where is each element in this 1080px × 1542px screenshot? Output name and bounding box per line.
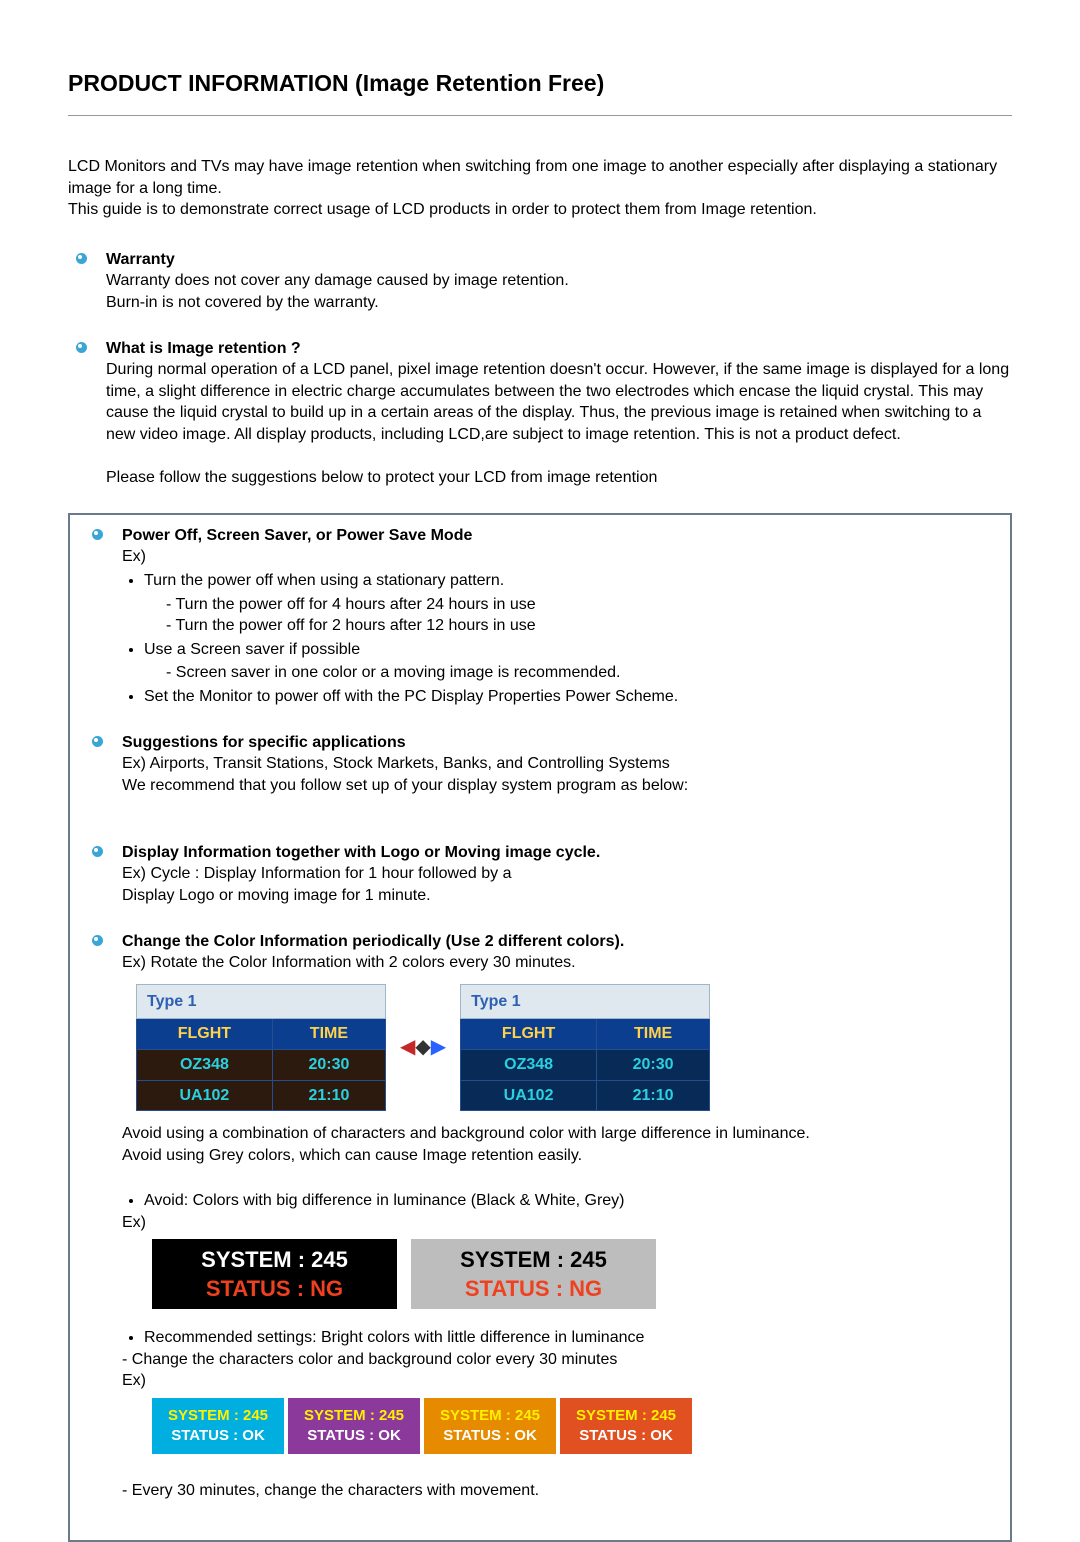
bullet-icon (76, 253, 87, 264)
suggestions-box: Power Off, Screen Saver, or Power Save M… (68, 513, 1012, 1542)
swap-arrows-icon: ◀◆▶ (400, 1034, 446, 1061)
tile-line-2: STATUS : OK (307, 1426, 401, 1446)
col-flight: FLGHT (461, 1019, 597, 1050)
power-heading: Power Off, Screen Saver, or Power Save M… (122, 527, 472, 544)
tile-line-2: STATUS : OK (579, 1426, 673, 1446)
rec-ex: Ex) (122, 1372, 146, 1389)
disp-text-2: Display Logo or moving image for 1 minut… (122, 887, 431, 904)
flight-tables: Type 1 FLGHTTIME OZ34820:30 UA10221:10 ◀… (136, 984, 996, 1111)
cell: UA102 (461, 1080, 597, 1111)
change-heading: Change the Color Information periodicall… (122, 933, 624, 950)
what-heading: What is Image retention ? (106, 340, 301, 357)
col-flight: FLGHT (137, 1019, 273, 1050)
list-item: Use a Screen saver if possible Screen sa… (144, 639, 996, 684)
bullet-icon (92, 846, 103, 857)
tile-line-1: SYSTEM : 245 (440, 1406, 540, 1426)
recommended-list: Recommended settings: Bright colors with… (122, 1327, 996, 1349)
color-tile: SYSTEM : 245STATUS : OK (560, 1398, 692, 1454)
sugg-text-2: We recommend that you follow set up of y… (122, 777, 688, 794)
what-text: During normal operation of a LCD panel, … (106, 361, 1009, 443)
list-item: Turn the power off for 2 hours after 12 … (166, 615, 996, 637)
cell: UA102 (137, 1080, 273, 1111)
power-ex: Ex) (122, 548, 146, 565)
disp-heading: Display Information together with Logo o… (122, 844, 600, 861)
cell: OZ348 (461, 1050, 597, 1081)
display-section: Display Information together with Logo o… (84, 842, 996, 907)
flight-title: Type 1 (461, 984, 710, 1019)
change-text: Ex) Rotate the Color Information with 2 … (122, 954, 576, 971)
bullet-icon (92, 736, 103, 747)
avoid-text-2: Avoid using Grey colors, which can cause… (122, 1147, 582, 1164)
tile-line-2: STATUS : OK (443, 1426, 537, 1446)
list-item: Avoid: Colors with big difference in lum… (144, 1190, 996, 1212)
cell: 21:10 (597, 1080, 710, 1111)
what-follow: Please follow the suggestions below to p… (106, 469, 657, 486)
power-sublist: Screen saver in one color or a moving im… (144, 662, 996, 684)
cell: 20:30 (597, 1050, 710, 1081)
intro-line-2: This guide is to demonstrate correct usa… (68, 201, 817, 218)
warranty-section: Warranty Warranty does not cover any dam… (68, 249, 1012, 314)
system-tile-black: SYSTEM : 245 STATUS : NG (152, 1239, 397, 1309)
tile-line-2: STATUS : NG (206, 1274, 343, 1304)
power-list: Turn the power off when using a stationa… (122, 570, 996, 708)
tile-line-2: STATUS : NG (465, 1274, 602, 1304)
bullet-icon (92, 529, 103, 540)
col-time: TIME (597, 1019, 710, 1050)
tile-line-1: SYSTEM : 245 (168, 1406, 268, 1426)
color-tile: SYSTEM : 245STATUS : OK (288, 1398, 420, 1454)
avoid-text-1: Avoid using a combination of characters … (122, 1125, 810, 1142)
color-tile: SYSTEM : 245STATUS : OK (424, 1398, 556, 1454)
flight-table-2: Type 1 FLGHTTIME OZ34820:30 UA10221:10 (460, 984, 710, 1111)
disp-text-1: Ex) Cycle : Display Information for 1 ho… (122, 865, 512, 882)
warranty-heading: Warranty (106, 251, 175, 268)
list-item: Recommended settings: Bright colors with… (144, 1327, 996, 1349)
tile-line-1: SYSTEM : 245 (460, 1245, 607, 1275)
tile-line-1: SYSTEM : 245 (304, 1406, 404, 1426)
list-item: Set the Monitor to power off with the PC… (144, 686, 996, 708)
list-text: Use a Screen saver if possible (144, 641, 360, 658)
cell: 21:10 (272, 1080, 385, 1111)
avoid-ex: Ex) (122, 1214, 146, 1231)
sugg-text-1: Ex) Airports, Transit Stations, Stock Ma… (122, 755, 670, 772)
list-item: Turn the power off for 4 hours after 24 … (166, 594, 996, 616)
page-title: PRODUCT INFORMATION (Image Retention Fre… (68, 68, 1012, 99)
list-item: Turn the power off when using a stationa… (144, 570, 996, 637)
system-tile-grey: SYSTEM : 245 STATUS : NG (411, 1239, 656, 1309)
document-page: PRODUCT INFORMATION (Image Retention Fre… (0, 0, 1080, 1542)
rec-dash: - Change the characters color and backgr… (122, 1351, 617, 1368)
bullet-icon (92, 935, 103, 946)
cell: 20:30 (272, 1050, 385, 1081)
last-line: - Every 30 minutes, change the character… (122, 1482, 539, 1499)
change-color-section: Change the Color Information periodicall… (84, 931, 996, 1502)
bullet-icon (76, 342, 87, 353)
intro-line-1: LCD Monitors and TVs may have image rete… (68, 158, 997, 197)
warranty-text-2: Burn-in is not covered by the warranty. (106, 294, 379, 311)
tile-line-1: SYSTEM : 245 (576, 1406, 676, 1426)
system-tiles: SYSTEM : 245 STATUS : NG SYSTEM : 245 ST… (152, 1239, 996, 1309)
flight-table-1: Type 1 FLGHTTIME OZ34820:30 UA10221:10 (136, 984, 386, 1111)
power-section: Power Off, Screen Saver, or Power Save M… (84, 525, 996, 708)
avoid-list: Avoid: Colors with big difference in lum… (122, 1190, 996, 1212)
power-sublist: Turn the power off for 4 hours after 24 … (144, 594, 996, 637)
tile-line-2: STATUS : OK (171, 1426, 265, 1446)
cell: OZ348 (137, 1050, 273, 1081)
title-rule (68, 115, 1012, 116)
col-time: TIME (272, 1019, 385, 1050)
intro-text: LCD Monitors and TVs may have image rete… (68, 156, 1012, 221)
flight-title: Type 1 (137, 984, 386, 1019)
list-text: Turn the power off when using a stationa… (144, 572, 504, 589)
warranty-text-1: Warranty does not cover any damage cause… (106, 272, 569, 289)
what-is-section: What is Image retention ? During normal … (68, 338, 1012, 489)
color-tiles: SYSTEM : 245STATUS : OK SYSTEM : 245STAT… (152, 1398, 996, 1454)
suggestions-section: Suggestions for specific applications Ex… (84, 732, 996, 797)
color-tile: SYSTEM : 245STATUS : OK (152, 1398, 284, 1454)
list-item: Screen saver in one color or a moving im… (166, 662, 996, 684)
sugg-heading: Suggestions for specific applications (122, 734, 406, 751)
tile-line-1: SYSTEM : 245 (201, 1245, 348, 1275)
